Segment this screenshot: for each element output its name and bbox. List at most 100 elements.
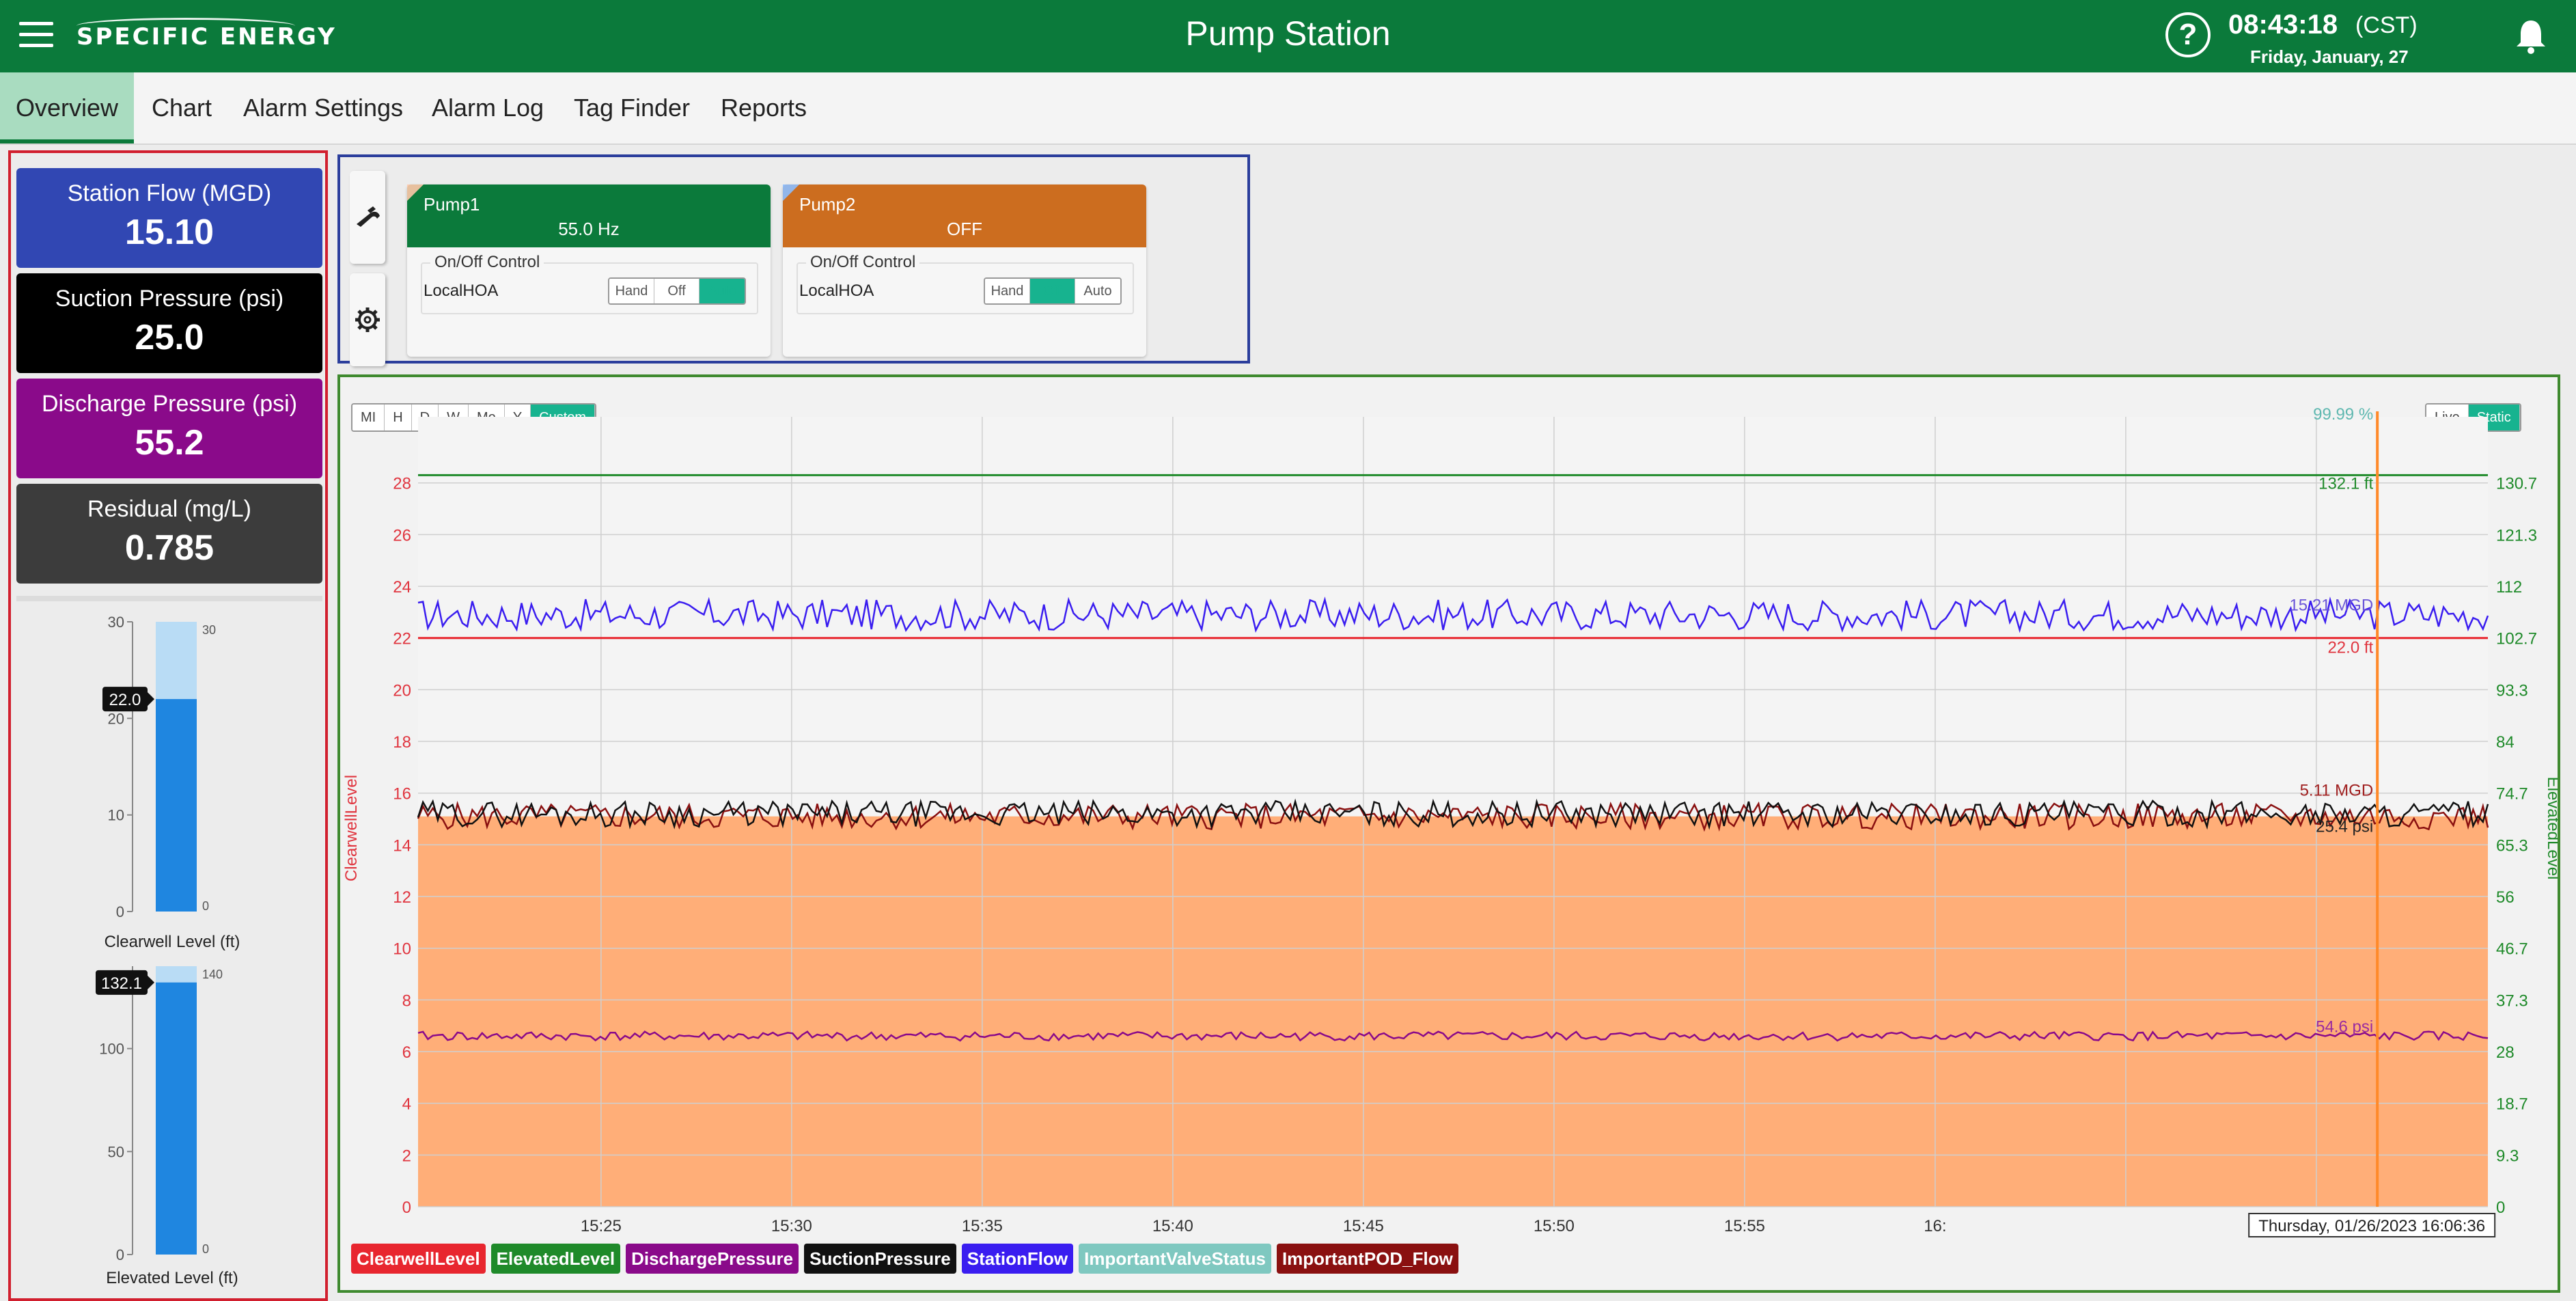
- pump-card-header: Pump2 OFF: [783, 184, 1146, 247]
- right-axis-tick-label: 93.3: [2496, 681, 2528, 700]
- left-axis-tick-label: 10: [393, 940, 411, 959]
- tab-chart[interactable]: Chart: [141, 72, 223, 143]
- gauge-tick-label: 0: [116, 903, 124, 920]
- right-axis-tick-label: 112: [2496, 578, 2522, 597]
- gauge-max-label: 30: [202, 623, 216, 637]
- tab-alarm-settings[interactable]: Alarm Settings: [238, 72, 408, 143]
- pump-control-panel: Pump1 55.0 Hz On/Off Control LocalHOA Ha…: [337, 154, 1250, 366]
- level-gauges: 30 20 10 0 30 0 22.0 Clearwell Level (ft) 10 0 50 0…: [16, 596, 322, 1293]
- kpi-residual: Residual (mg/L) 0.785: [16, 484, 322, 584]
- x-axis-tick-label: 15:50: [1534, 1217, 1575, 1235]
- hoa-off-button[interactable]: Off: [654, 279, 700, 303]
- left-axis-tick-label: 6: [402, 1043, 411, 1062]
- gauge-value: 22.0: [109, 691, 141, 709]
- hoa-auto-button[interactable]: Auto: [700, 279, 745, 303]
- trend-chart[interactable]: 024681012141618202224262809.318.72837.34…: [340, 377, 2558, 1290]
- hoa-off-button[interactable]: Off: [1030, 279, 1075, 303]
- left-axis-tick-label: 2: [402, 1147, 411, 1165]
- local-hoa-label: LocalHOA: [424, 282, 499, 300]
- hoa-hand-button[interactable]: Hand: [609, 279, 654, 303]
- clock-date: Friday, January, 27: [2250, 46, 2409, 67]
- gauge-tick-label: 20: [108, 710, 124, 727]
- legend-clearwell-level[interactable]: ClearwellLevel: [351, 1244, 486, 1274]
- pump-name: Pump2: [799, 194, 856, 215]
- tab-tag-finder[interactable]: Tag Finder: [567, 72, 697, 143]
- x-axis-tick-label: 15:35: [962, 1217, 1003, 1235]
- kpi-station-flow: Station Flow (MGD) 15.10: [16, 168, 322, 268]
- left-axis-tick-label: 14: [393, 836, 411, 855]
- gauge-tick-label: 30: [108, 614, 124, 631]
- right-axis-tick-label: 121.3: [2496, 526, 2537, 545]
- kpi-value: 15.10: [124, 213, 214, 252]
- gauge-label: Elevated Level (ft): [106, 1269, 238, 1287]
- kpi-value: 55.2: [135, 423, 204, 463]
- clock-timezone: (CST): [2355, 12, 2418, 38]
- right-axis-tick-label: 18.7: [2496, 1095, 2528, 1114]
- kpi-label: Suction Pressure (psi): [55, 286, 284, 312]
- legend-important-pod-flow[interactable]: ImportantPOD_Flow: [1276, 1244, 1458, 1274]
- x-axis-tick-label: 15:55: [1724, 1217, 1765, 1235]
- legend-discharge-pressure[interactable]: DischargePressure: [626, 1244, 799, 1274]
- gauge-tick-label: 50: [108, 1143, 124, 1160]
- local-hoa-label: LocalHOA: [799, 282, 874, 300]
- left-axis-tick-label: 22: [393, 630, 411, 648]
- station-summary-panel: Station Flow (MGD) 15.10 Suction Pressur…: [8, 150, 328, 1301]
- gauge-tick-label: 10: [108, 807, 124, 824]
- legend-important-valve-status[interactable]: ImportantValveStatus: [1079, 1244, 1271, 1274]
- level-gauges-svg: 30 20 10 0 30 0 22.0 Clearwell Level (ft)10 0 50 0…: [96, 614, 240, 1287]
- gauge-min-label: 0: [202, 1242, 209, 1256]
- hoa-auto-button[interactable]: Auto: [1075, 279, 1120, 303]
- question-circle-icon[interactable]: ?: [2165, 12, 2211, 57]
- gauge-elevated-level: 100 50 0 140 0 132.1 Elevated Level (ft): [96, 966, 238, 1287]
- pump-status-corner: [783, 184, 799, 201]
- kpi-label: Residual (mg/L): [87, 496, 251, 522]
- left-axis-tick-label: 4: [402, 1095, 411, 1114]
- tab-reports[interactable]: Reports: [715, 72, 813, 143]
- gauge-label: Clearwell Level (ft): [105, 933, 240, 951]
- x-axis-tick-label: 15:40: [1152, 1217, 1193, 1235]
- right-axis-tick-label: 102.7: [2496, 630, 2537, 648]
- right-axis-tick-label: 28: [2496, 1043, 2515, 1062]
- cursor-value-label: 54.6 psi: [2316, 1017, 2373, 1036]
- right-axis-tick-label: 84: [2496, 733, 2515, 752]
- tab-overview[interactable]: Overview: [0, 72, 134, 143]
- bell-icon[interactable]: [2514, 18, 2548, 55]
- nav-tab-bar: Overview Chart Alarm Settings Alarm Log …: [0, 72, 2576, 145]
- hoa-hand-button[interactable]: Hand: [985, 279, 1030, 303]
- legend-elevated-level[interactable]: ElevatedLevel: [490, 1244, 621, 1274]
- pump-view-button[interactable]: [350, 171, 385, 264]
- cursor-value-label: 15.21 MGD: [2289, 597, 2373, 615]
- top-bar: SPECIFIC ENERGY Pump Station ? 08:43:18 …: [0, 0, 2576, 72]
- left-axis-title: ClearwellLevel: [342, 775, 361, 881]
- legend-suction-pressure[interactable]: SuctionPressure: [804, 1244, 956, 1274]
- cursor-value-label: 25.4 psi: [2316, 817, 2373, 836]
- x-axis-tick-label: 16:: [1924, 1217, 1946, 1235]
- left-axis-tick-label: 0: [402, 1199, 411, 1217]
- gauge-tick-label: 0: [116, 1246, 124, 1263]
- pump-card-header: Pump1 55.0 Hz: [407, 184, 771, 247]
- gear-icon: [355, 307, 380, 332]
- left-axis-tick-label: 12: [393, 888, 411, 907]
- gauge-min-label: 0: [202, 899, 209, 913]
- hoa-selector: Hand Off Auto: [608, 277, 746, 305]
- gauge-clearwell-level: 30 20 10 0 30 0 22.0 Clearwell Level (ft): [102, 614, 240, 951]
- kpi-label: Station Flow (MGD): [67, 180, 272, 206]
- cursor-time-label: Thursday, 01/26/2023 16:06:36: [2258, 1217, 2485, 1235]
- gauge-fill: [156, 982, 197, 1255]
- legend-station-flow[interactable]: StationFlow: [961, 1244, 1074, 1274]
- pump-settings-button[interactable]: [350, 273, 385, 366]
- cursor-value-label: 5.11 MGD: [2300, 781, 2374, 799]
- gauge-fill: [156, 699, 197, 912]
- right-axis-tick-label: 37.3: [2496, 991, 2528, 1010]
- cursor-value-label: 22.0 ft: [2327, 639, 2373, 657]
- kpi-suction-pressure: Suction Pressure (psi) 25.0: [16, 273, 322, 373]
- right-axis-tick-label: 9.3: [2496, 1147, 2519, 1165]
- cursor-value-label: 132.1 ft: [2318, 474, 2373, 493]
- pump-card-pump2[interactable]: Pump2 OFF On/Off Control LocalHOA Hand O…: [783, 184, 1146, 357]
- pump-name: Pump1: [424, 194, 480, 215]
- on-off-control-title: On/Off Control: [430, 253, 544, 272]
- kpi-value: 0.785: [124, 528, 214, 568]
- clock-time: 08:43:18: [2228, 10, 2338, 40]
- tab-alarm-log[interactable]: Alarm Log: [425, 72, 551, 143]
- pump-card-pump1[interactable]: Pump1 55.0 Hz On/Off Control LocalHOA Ha…: [407, 184, 771, 357]
